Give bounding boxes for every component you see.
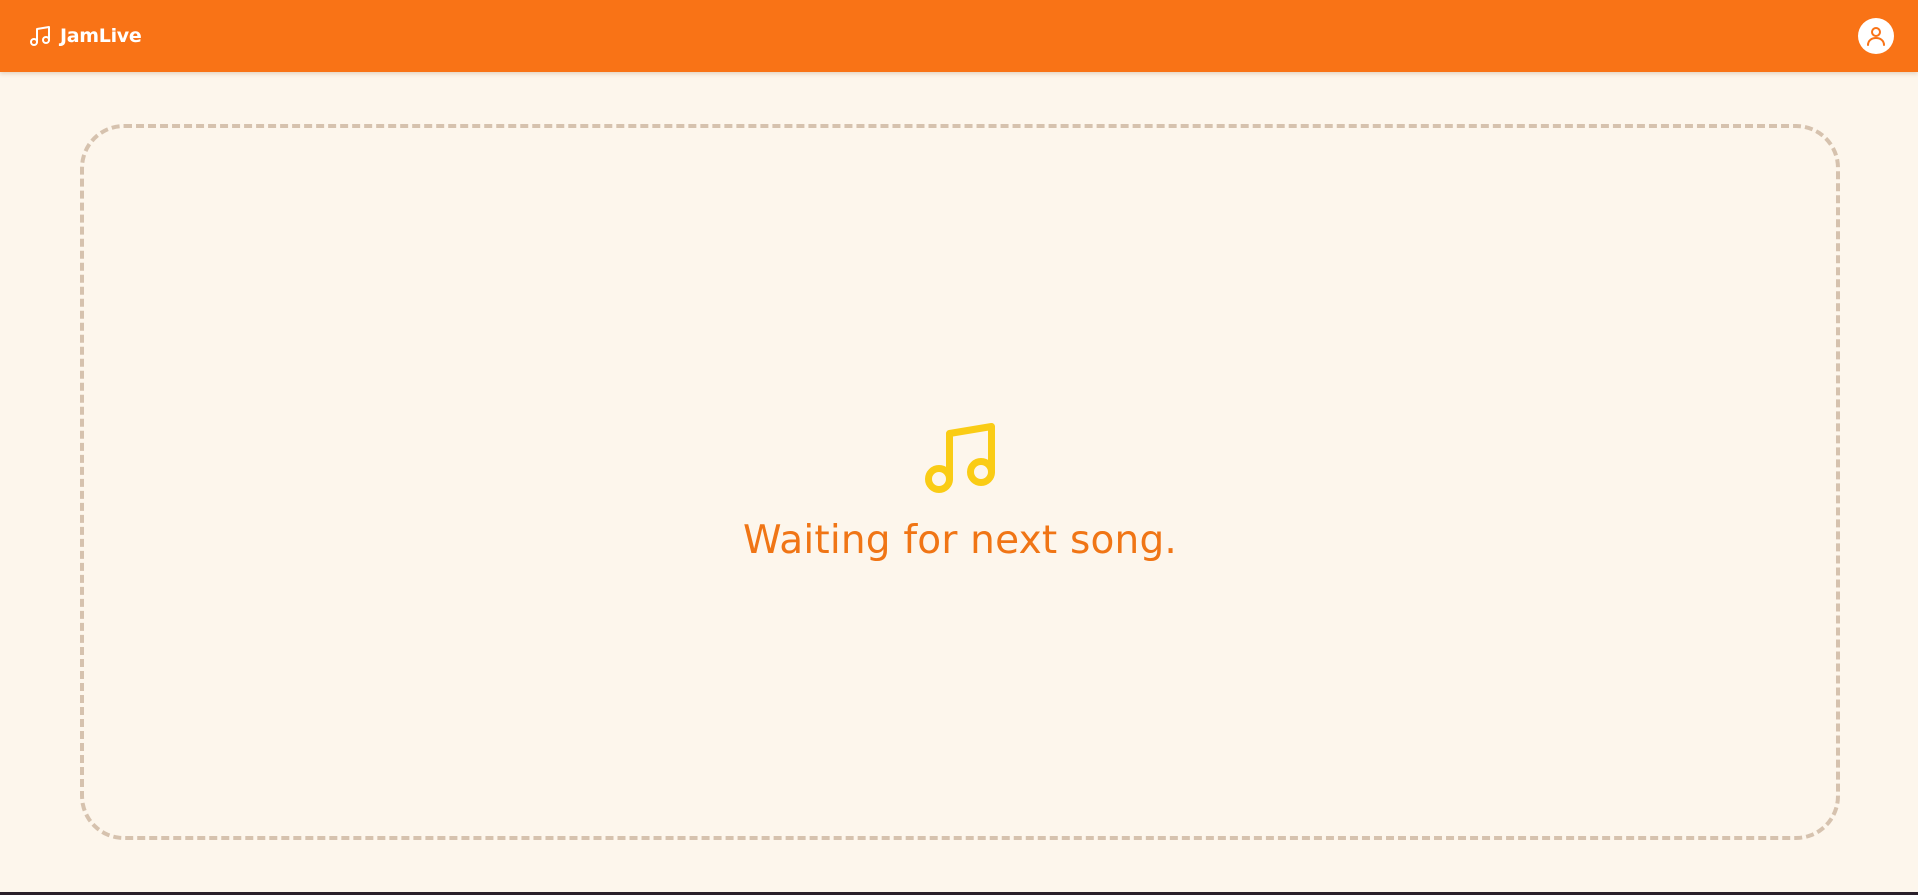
user-icon <box>1864 24 1888 48</box>
music-note-icon <box>28 24 52 48</box>
profile-button[interactable] <box>1858 18 1894 54</box>
brand-name: JamLive <box>60 25 142 47</box>
now-playing-panel: Waiting for next song. <box>80 124 1840 840</box>
top-navigation-bar: JamLive <box>0 0 1918 72</box>
waiting-state: Waiting for next song. <box>84 416 1836 563</box>
brand-logo[interactable]: JamLive <box>28 24 142 48</box>
music-note-icon <box>918 416 1002 500</box>
waiting-status-text: Waiting for next song. <box>742 518 1178 563</box>
